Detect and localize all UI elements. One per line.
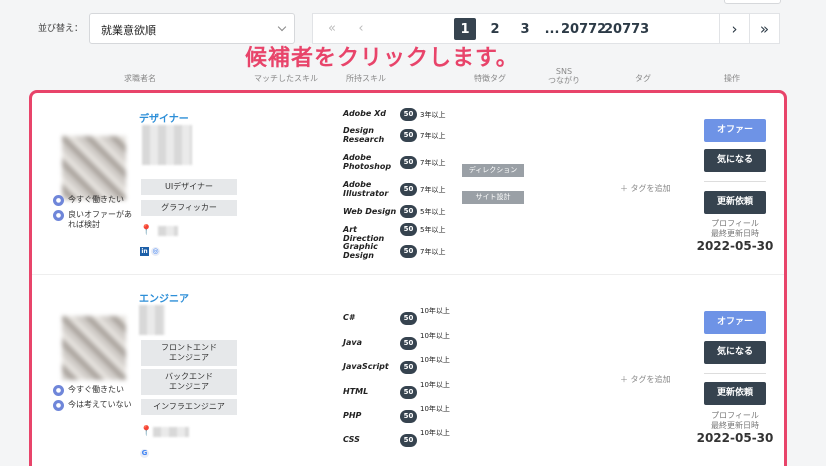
update-request-button[interactable]: 更新依頼 [704, 382, 766, 405]
top-button-stub[interactable] [724, 0, 781, 4]
globe-icon[interactable]: ◎ [151, 247, 160, 256]
location-blurred [158, 226, 178, 236]
divider [704, 181, 766, 182]
profile-updated-label: プロフィール 最終更新日時 [711, 411, 759, 430]
page-ellipsis: ... [544, 21, 560, 37]
candidate-role[interactable]: エンジニア [139, 290, 189, 305]
interested-button[interactable]: 気になる [704, 341, 766, 364]
offer-button[interactable]: オファー [704, 119, 766, 142]
job-tag: UIデザイナー [141, 179, 237, 195]
page-1-button[interactable]: 1 [454, 18, 476, 40]
page-3-button[interactable]: 3 [514, 18, 536, 40]
col-tags: タグ [635, 74, 651, 83]
page-20772-button[interactable]: 20772 [561, 18, 606, 40]
profile-updated-date: 2022-05-30 [696, 431, 774, 445]
status-icon: ● [53, 400, 64, 411]
profile-updated-date: 2022-05-30 [696, 239, 774, 253]
next-page-button[interactable]: › [719, 14, 749, 43]
social-links: G [140, 448, 149, 458]
candidate-role[interactable]: デザイナー [139, 110, 189, 125]
first-page-button[interactable]: « [317, 14, 347, 43]
status-icon: ● [53, 385, 64, 396]
profile-updated-label: プロフィール 最終更新日時 [711, 219, 759, 238]
col-actions: 操作 [724, 74, 740, 83]
prev-page-button[interactable]: ‹ [349, 14, 373, 43]
avatar [62, 316, 126, 380]
job-tag: グラフィッカー [141, 200, 237, 216]
status-availability: ● 今すぐ働きたい [53, 195, 124, 206]
linkedin-icon[interactable]: in [140, 247, 149, 256]
job-tag: フロントエンド エンジニア [141, 340, 237, 366]
feature-tag: サイト設計 [462, 191, 524, 204]
col-candidate: 求職者名 [124, 74, 156, 83]
instruction-banner: 候補者をクリックします。 [245, 46, 519, 71]
col-sns: SNS つながり [548, 67, 580, 85]
add-tag-link[interactable]: ＋ タグを追加 [620, 183, 671, 194]
offer-button[interactable]: オファー [704, 311, 766, 334]
page-2-button[interactable]: 2 [484, 18, 506, 40]
status-offer: ● 良いオファーがあれば検討 [53, 210, 135, 230]
status-icon: ● [53, 210, 64, 221]
divider [704, 373, 766, 374]
add-tag-link[interactable]: ＋ タグを追加 [620, 374, 671, 385]
interested-button[interactable]: 気になる [704, 149, 766, 172]
social-links: in ◎ [140, 246, 160, 256]
sort-label: 並び替え： [38, 24, 84, 34]
location-blurred [153, 427, 189, 437]
page-20773-button[interactable]: 20773 [604, 18, 649, 40]
candidate-card[interactable]: ● 今すぐ働きたい ● 良いオファーがあれば検討 デザイナー UIデザイナー グ… [32, 93, 784, 275]
candidate-name-blurred [139, 305, 165, 335]
col-feature-tags: 特徴タグ [474, 74, 506, 83]
candidate-name-blurred [142, 125, 192, 165]
avatar [62, 136, 126, 200]
location-pin-icon: 📍 [140, 426, 153, 437]
col-owned-skills: 所持スキル [346, 74, 386, 83]
job-tag: バックエンド エンジニア [141, 369, 237, 395]
feature-tag: ディレクション [462, 164, 524, 177]
job-tag: インフラエンジニア [141, 399, 237, 415]
chevron-down-icon [277, 22, 287, 32]
last-page-button[interactable]: » [749, 14, 779, 43]
update-request-button[interactable]: 更新依頼 [704, 191, 766, 214]
col-matched-skills: マッチしたスキル [254, 74, 318, 83]
sort-select-value: 就業意欲順 [101, 24, 156, 37]
google-icon[interactable]: G [140, 449, 149, 458]
location-pin-icon: 📍 [140, 225, 153, 236]
status-offer: ● 今は考えていない [53, 400, 132, 411]
status-icon: ● [53, 195, 64, 206]
candidate-list: ● 今すぐ働きたい ● 良いオファーがあれば検討 デザイナー UIデザイナー グ… [29, 90, 787, 466]
candidate-card[interactable]: ● 今すぐ働きたい ● 今は考えていない エンジニア フロントエンド エンジニア… [32, 276, 784, 466]
status-availability: ● 今すぐ働きたい [53, 385, 124, 396]
